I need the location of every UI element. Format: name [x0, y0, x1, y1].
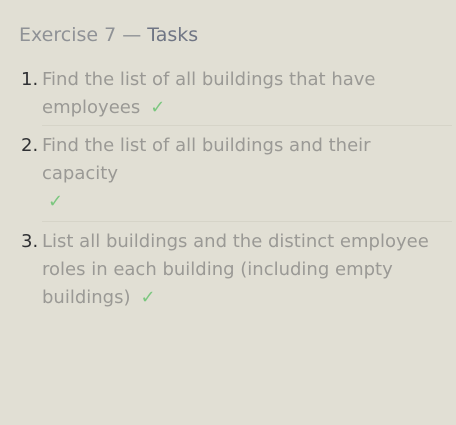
header-separator: —: [122, 24, 142, 46]
check-icon: ✓: [140, 287, 156, 308]
task-text: Find the list of all buildings that have…: [42, 69, 376, 118]
task-text-container: Find the list of all buildings and their…: [42, 132, 456, 216]
task-text: Find the list of all buildings and their…: [42, 135, 371, 184]
task-number: 1.: [21, 69, 39, 90]
task-text-container: List all buildings and the distinct empl…: [42, 228, 456, 312]
task-number: 3.: [21, 231, 39, 252]
task-list: 1. Find the list of all buildings that h…: [0, 64, 456, 312]
task-item-2: 2. Find the list of all buildings and th…: [0, 132, 456, 216]
exercise-header: Exercise 7 — Tasks: [19, 23, 198, 47]
task-divider: [42, 221, 452, 222]
check-icon: ✓: [48, 191, 64, 212]
task-number: 2.: [21, 135, 39, 156]
exercise-tasks-panel: Exercise 7 — Tasks 1. Find the list of a…: [0, 0, 456, 425]
exercise-label: Exercise 7: [19, 24, 117, 46]
task-text-container: Find the list of all buildings that have…: [42, 66, 456, 122]
task-divider: [42, 125, 452, 126]
tasks-label: Tasks: [147, 24, 199, 46]
task-text: List all buildings and the distinct empl…: [42, 231, 429, 308]
check-icon: ✓: [150, 97, 166, 118]
task-item-3: 3. List all buildings and the distinct e…: [0, 228, 456, 312]
task-item-1: 1. Find the list of all buildings that h…: [0, 66, 456, 122]
